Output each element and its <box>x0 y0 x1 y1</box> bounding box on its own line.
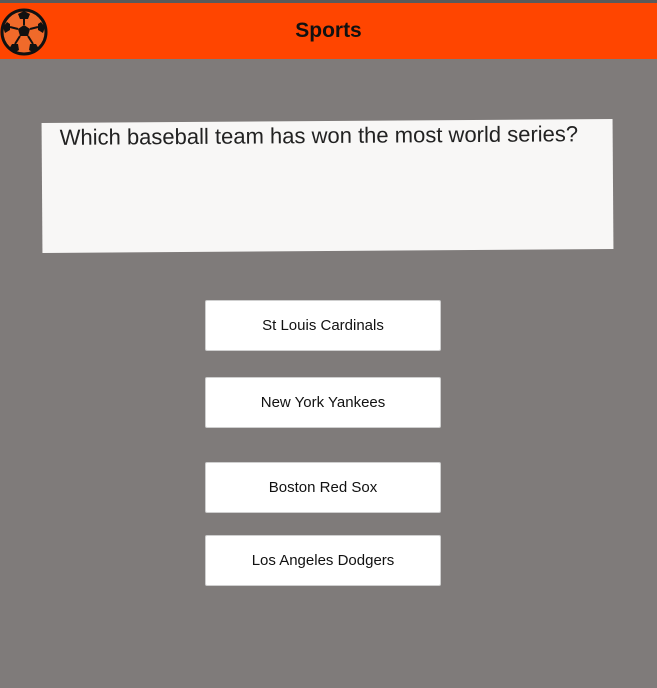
answer-button-st-louis-cardinals[interactable]: St Louis Cardinals <box>205 300 441 351</box>
answer-label: New York Yankees <box>260 394 386 411</box>
soccer-ball-icon <box>0 8 48 56</box>
answer-button-boston-red-sox[interactable]: Boston Red Sox <box>205 462 441 513</box>
answer-button-new-york-yankees[interactable]: New York Yankees <box>205 377 441 428</box>
question-text: Which baseball team has won the most wor… <box>59 121 579 150</box>
answer-label: Boston Red Sox <box>268 479 378 496</box>
app-header: Sports <box>0 3 657 59</box>
answer-button-los-angeles-dodgers[interactable]: Los Angeles Dodgers <box>205 535 441 586</box>
answer-label: Los Angeles Dodgers <box>251 552 395 569</box>
answer-label: St Louis Cardinals <box>262 317 384 334</box>
page-title: Sports <box>295 19 362 42</box>
question-card: Which baseball team has won the most wor… <box>41 119 614 253</box>
